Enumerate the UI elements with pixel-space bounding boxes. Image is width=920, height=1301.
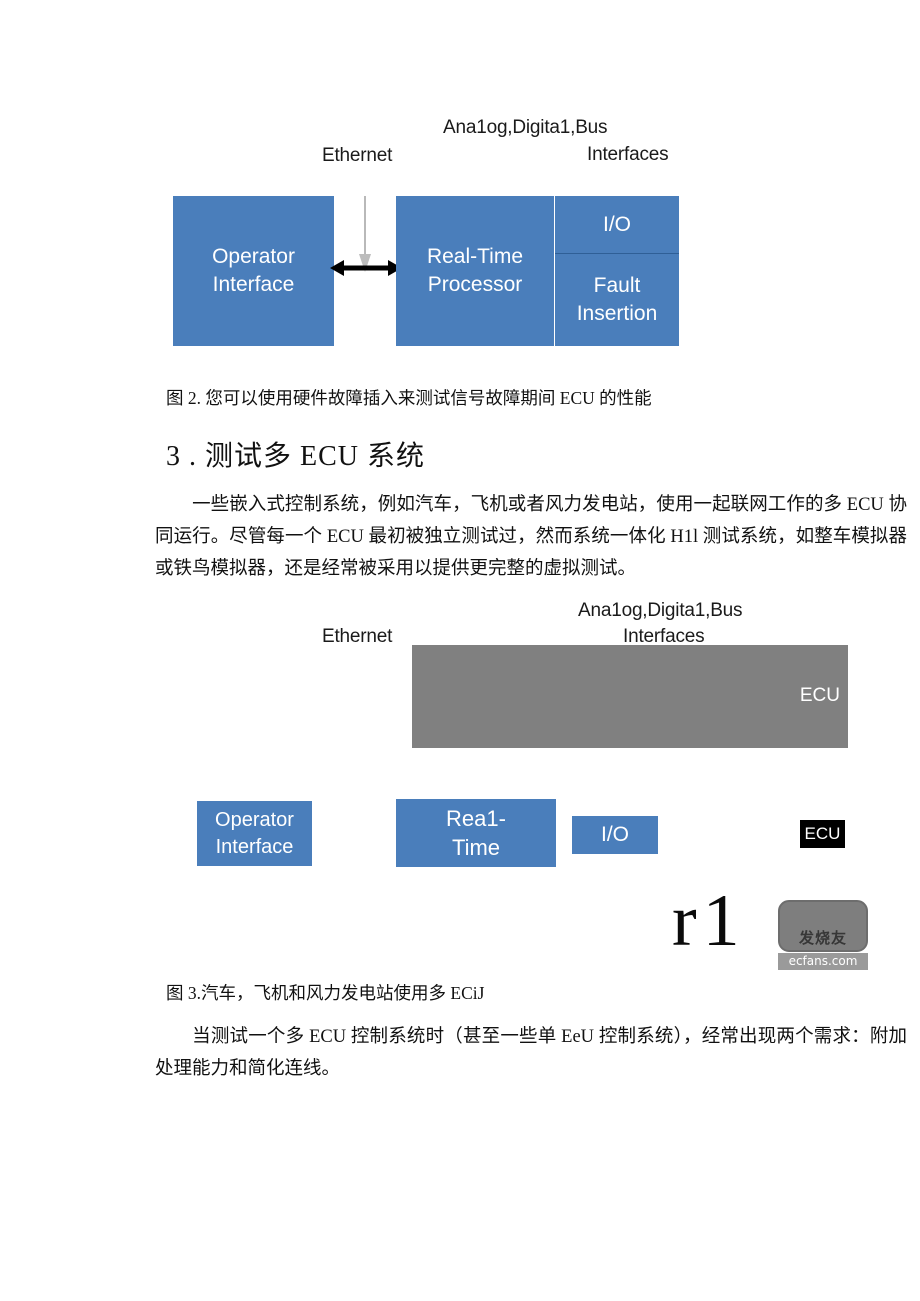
figure2-caption: 图 2. 您可以使用硬件故障插入来测试信号故障期间 ECU 的性能 [166, 388, 652, 408]
scan-artifact-r1: r1 [672, 880, 746, 962]
io-fault-column: I/O Fault Insertion [555, 196, 679, 346]
ecu-gray-bar-label: ECU [799, 685, 840, 706]
watermark-mark-text: 发烧友 [798, 929, 847, 947]
real-time-2-label-line1: Rea1- [446, 805, 506, 831]
real-time-processor-box: Real-Time Processor [396, 196, 554, 346]
section-paragraph: 一些嵌入式控制系统，例如汽车，飞机或者风力发电站，使用一起联网工作的多 ECU … [155, 490, 907, 585]
operator-interface-2-label-line1: Operator [215, 809, 294, 832]
operator-interface-box: Operator Interface [173, 196, 334, 346]
closing-paragraph: 当测试一个多 ECU 控制系统时（甚至一些单 EeU 控制系统），经常出现两个需… [155, 1022, 907, 1086]
figure3-ethernet-label: Ethernet [322, 626, 393, 647]
ecu-gray-bar: ECU [412, 645, 848, 748]
fault-insertion-label-line2: Insertion [576, 302, 658, 325]
real-time-2-label-line2: Time [451, 835, 501, 860]
operator-interface-label-line1: Operator [212, 245, 295, 269]
fault-insertion-label-line1: Fault [593, 274, 641, 298]
bidirectional-arrow-icon [330, 260, 402, 276]
figure2-ethernet-label: Ethernet [322, 145, 393, 166]
watermark-url: ecfans.com [778, 953, 868, 970]
figure2-interfaces-label-line2: Interfaces [587, 144, 669, 165]
figure3-interfaces-label-line1: Ana1og,Digita1,Bus [578, 600, 743, 621]
real-time-processor-label-line2: Processor [427, 273, 523, 296]
ecu-chip-badge: ECU [800, 820, 845, 848]
figure2-interfaces-label-line1: Ana1og,Digita1,Bus [443, 117, 608, 138]
io-box: I/O [555, 196, 679, 254]
operator-interface-label-line2: Interface [212, 273, 295, 296]
section-paragraph-text: 一些嵌入式控制系统，例如汽车，飞机或者风力发电站，使用一起联网工作的多 ECU … [155, 495, 907, 579]
fault-insertion-box: Fault Insertion [555, 254, 679, 346]
io-box-2-label: I/O [600, 823, 629, 847]
operator-interface-2-label-line2: Interface [215, 835, 294, 858]
real-time-box-2: Rea1- Time [396, 799, 556, 867]
watermark-logo-icon: 发烧友 [778, 900, 868, 952]
ecu-chip-label: ECU [804, 824, 841, 843]
figure3-caption: 图 3.汽车，飞机和风力发电站使用多 ECiJ [166, 983, 485, 1003]
watermark: 发烧友 ecfans.com [778, 900, 868, 972]
io-box-2: I/O [572, 816, 658, 854]
closing-paragraph-text: 当测试一个多 ECU 控制系统时（甚至一些单 EeU 控制系统），经常出现两个需… [155, 1027, 907, 1079]
operator-interface-box-2: Operator Interface [197, 801, 312, 866]
document-page: Ana1og,Digita1,Bus Ethernet Interfaces O… [0, 0, 920, 1301]
real-time-processor-label-line1: Real-Time [426, 245, 524, 269]
section-heading: 3 . 测试多 ECU 系统 [166, 441, 426, 472]
